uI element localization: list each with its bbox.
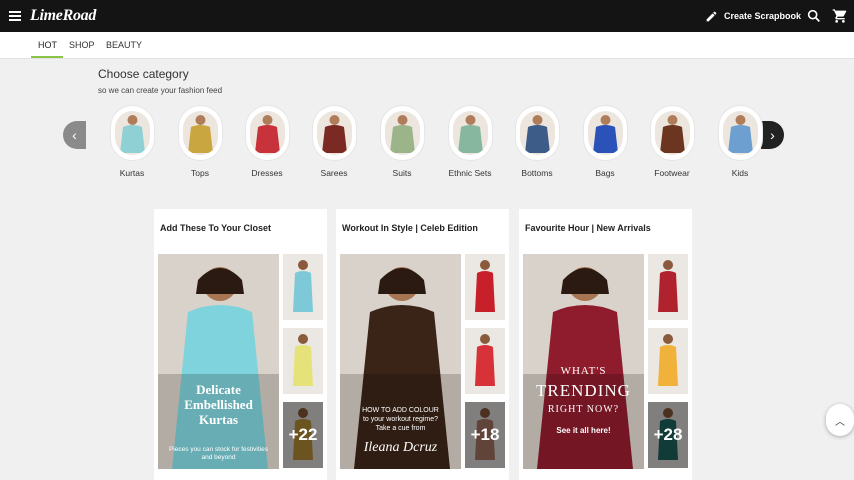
hero-line: to your workout regime? (362, 416, 439, 423)
category-dresses[interactable]: Dresses (232, 105, 302, 178)
tab-shop[interactable]: SHOP (69, 40, 95, 50)
more-count: +22 (283, 402, 323, 468)
search-icon[interactable] (806, 8, 822, 24)
category-ethnic-sets[interactable]: Ethnic Sets (435, 105, 505, 178)
product-thumbnail[interactable] (283, 328, 323, 394)
active-tab-indicator (31, 56, 63, 58)
hero-image[interactable]: WHAT'S TRENDING RIGHT NOW? See it all here! (523, 254, 644, 469)
category-image (649, 105, 695, 161)
hero-line: Take a cue from (375, 425, 426, 432)
category-label: Dresses (251, 168, 283, 178)
category-label: Bottoms (521, 168, 553, 178)
category-image (447, 105, 493, 161)
feed-card[interactable]: Favourite Hour | New Arrivals WHAT'S TREND… (519, 209, 692, 480)
product-thumbnail[interactable] (465, 328, 505, 394)
card-title: Add These To Your Closet (160, 223, 272, 233)
hero-line: Delicate (196, 382, 241, 397)
product-thumbnail[interactable]: +22 (283, 402, 323, 468)
category-sarees[interactable]: Sarees (299, 105, 369, 178)
category-tops[interactable]: Tops (165, 105, 235, 178)
product-thumbnail[interactable]: +28 (648, 402, 688, 468)
product-thumbnail[interactable] (648, 328, 688, 394)
tab-bar: HOT SHOP BEAUTY (0, 32, 854, 59)
feed-card[interactable]: Workout In Style | Celeb Edition HOW TO A… (336, 209, 509, 480)
category-label: Kurtas (119, 168, 145, 178)
menu-icon[interactable] (9, 11, 21, 21)
hero-line: HOW TO ADD COLOUR (362, 407, 439, 414)
hero-line: RIGHT NOW? (547, 404, 620, 415)
category-label: Bags (595, 168, 615, 178)
product-thumbnail[interactable]: +18 (465, 402, 505, 468)
create-scrapbook-button[interactable]: Create Scrapbook (705, 8, 801, 24)
category-image (379, 105, 425, 161)
category-image (717, 105, 763, 161)
card-title: Workout In Style | Celeb Edition (342, 223, 478, 233)
category-label: Sarees (320, 168, 348, 178)
card-title: Favourite Hour | New Arrivals (525, 223, 651, 233)
category-bottoms[interactable]: Bottoms (502, 105, 572, 178)
chevron-up-icon: ︿ (835, 416, 845, 428)
category-image (582, 105, 628, 161)
logo[interactable]: LimeRoad (30, 7, 96, 25)
category-kurtas[interactable]: Kurtas (97, 105, 167, 178)
hero-image[interactable]: HOW TO ADD COLOUR to your workout regime?… (340, 254, 461, 469)
scroll-to-top-button[interactable]: ︿ (826, 404, 854, 436)
product-thumbnail[interactable] (465, 254, 505, 320)
tab-hot[interactable]: HOT (38, 40, 57, 50)
hero-image[interactable]: Delicate Embellished Kurtas Pieces you can … (158, 254, 279, 469)
choose-category-subtitle: so we can create your fashion feed (98, 86, 223, 95)
top-bar: LimeRoad Create Scrapbook (0, 0, 854, 32)
categories-prev-button[interactable]: ‹ (63, 121, 86, 149)
category-label: Ethnic Sets (448, 168, 492, 178)
chevron-left-icon: ‹ (72, 127, 77, 143)
feed-card[interactable]: Add These To Your Closet Delicate Embellis… (154, 209, 327, 480)
product-thumbnail[interactable] (283, 254, 323, 320)
more-count: +18 (465, 402, 505, 468)
hero-note: See it all here! (556, 426, 611, 435)
more-count: +28 (648, 402, 688, 468)
category-label: Footwear (654, 168, 690, 178)
pencil-icon (706, 11, 717, 21)
cart-icon[interactable] (832, 8, 848, 24)
hero-note: Pieces you can stock for festivities and… (169, 446, 268, 461)
hero-note: Ileana Dcruz (363, 440, 438, 455)
category-image (311, 105, 357, 161)
category-image (109, 105, 155, 161)
product-thumbnail[interactable] (648, 254, 688, 320)
hero-line: TRENDING (536, 381, 631, 400)
create-scrapbook-label: Create Scrapbook (724, 11, 802, 21)
category-image (244, 105, 290, 161)
category-label: Suits (392, 168, 412, 178)
category-footwear[interactable]: Footwear (637, 105, 707, 178)
hero-line: Embellished (184, 397, 253, 412)
hero-line: WHAT'S (560, 365, 607, 377)
hero-line: Kurtas (199, 412, 238, 427)
category-label: Kids (731, 168, 749, 178)
choose-category-title: Choose category (98, 67, 189, 81)
category-suits[interactable]: Suits (367, 105, 437, 178)
tab-beauty[interactable]: BEAUTY (106, 40, 142, 50)
category-bags[interactable]: Bags (570, 105, 640, 178)
category-image (514, 105, 560, 161)
category-kids[interactable]: Kids (705, 105, 775, 178)
category-label: Tops (191, 168, 209, 178)
category-image (177, 105, 223, 161)
